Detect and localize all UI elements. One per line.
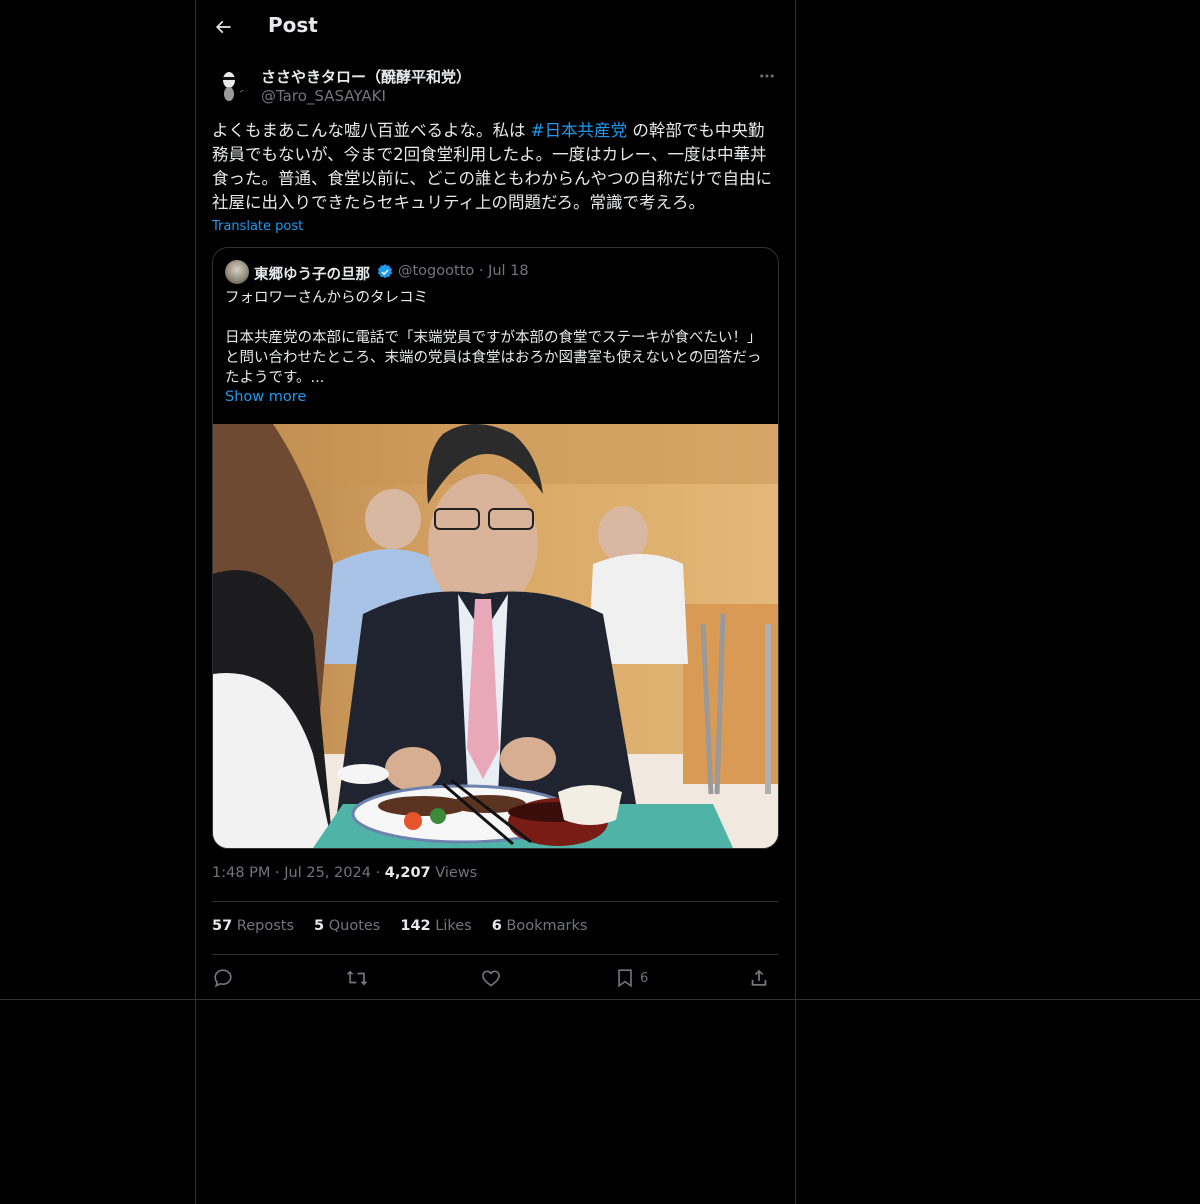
bookmarks-count: 6 bbox=[491, 918, 502, 934]
quoted-avatar[interactable] bbox=[225, 260, 249, 284]
show-more-link[interactable]: Show more bbox=[225, 389, 306, 405]
main-column: Post ささやきタロー（醗酵平和党） @Taro_SASAYAKI よくもまあ… bbox=[195, 0, 796, 1204]
more-options-button[interactable] bbox=[755, 64, 779, 88]
quoted-tweet[interactable]: 東郷ゆう子の旦那 @togootto · Jul 18 フォロワーさんからのタレ… bbox=[212, 247, 779, 849]
views-count: 4,207 bbox=[384, 865, 431, 881]
page-title: Post bbox=[268, 13, 318, 37]
arrow-left-icon bbox=[215, 20, 231, 34]
views-label: Views bbox=[435, 865, 478, 881]
repost-icon bbox=[346, 970, 368, 986]
quotes-label: Quotes bbox=[328, 918, 381, 934]
engagement-stats: 57 Reposts 5 Quotes 142 Likes 6 Bookmark… bbox=[212, 918, 587, 934]
share-icon bbox=[751, 969, 767, 986]
quoted-text: フォロワーさんからのタレコミ 日本共産党の本部に電話で「末端党員ですが本部の食堂… bbox=[225, 288, 770, 388]
tweet-author: ささやきタロー（醗酵平和党） @Taro_SASAYAKI bbox=[212, 64, 779, 108]
likes-count: 142 bbox=[400, 918, 431, 934]
action-bar: 6 bbox=[212, 964, 778, 994]
photo-image bbox=[213, 424, 778, 848]
repost-button[interactable] bbox=[346, 966, 368, 990]
quoted-text-line2: 日本共産党の本部に電話で「末端党員ですが本部の食堂でステーキが食べたい！」と問い… bbox=[225, 330, 762, 386]
reposts-label: Reposts bbox=[236, 918, 295, 934]
like-button[interactable] bbox=[480, 966, 502, 990]
tweet-text-before: よくもまあこんな嘘八百並べるよな。私は bbox=[212, 121, 531, 140]
tweet-meta: 1:48 PM · Jul 25, 2024 · 4,207 Views bbox=[212, 865, 478, 881]
tweet-text: よくもまあこんな嘘八百並べるよな。私は #日本共産党 の幹部でも中央勤務員でもな… bbox=[212, 119, 779, 215]
bookmark-count: 6 bbox=[640, 970, 649, 986]
back-button[interactable] bbox=[208, 12, 238, 42]
quoted-meta: @togootto · Jul 18 bbox=[398, 263, 529, 279]
quoted-date: Jul 18 bbox=[488, 263, 529, 279]
header: Post bbox=[196, 0, 795, 53]
translate-post-link[interactable]: Translate post bbox=[212, 219, 303, 234]
heart-icon bbox=[482, 970, 500, 987]
post-time[interactable]: 1:48 PM bbox=[212, 865, 270, 881]
reply-button[interactable] bbox=[212, 966, 234, 990]
ellipsis-icon bbox=[760, 74, 774, 78]
quoted-author-name: 東郷ゆう子の旦那 bbox=[254, 267, 370, 283]
likes-stat[interactable]: 142 Likes bbox=[400, 918, 471, 934]
quoted-photo[interactable] bbox=[213, 424, 778, 848]
likes-label: Likes bbox=[435, 918, 472, 934]
reposts-stat[interactable]: 57 Reposts bbox=[212, 918, 294, 934]
reply-icon bbox=[214, 969, 232, 988]
author-handle[interactable]: @Taro_SASAYAKI bbox=[261, 87, 386, 105]
bookmark-button[interactable]: 6 bbox=[614, 966, 648, 990]
quotes-count: 5 bbox=[314, 918, 325, 934]
bookmarks-stat[interactable]: 6 Bookmarks bbox=[492, 918, 588, 934]
avatar[interactable] bbox=[212, 66, 252, 106]
share-button[interactable] bbox=[748, 966, 770, 990]
bookmarks-label: Bookmarks bbox=[506, 918, 588, 934]
divider bbox=[212, 901, 778, 902]
reposts-count: 57 bbox=[212, 918, 233, 934]
divider bbox=[212, 954, 778, 955]
post-date[interactable]: Jul 25, 2024 bbox=[284, 865, 371, 881]
avatar-image bbox=[212, 66, 252, 106]
quotes-stat[interactable]: 5 Quotes bbox=[314, 918, 380, 934]
bookmark-icon bbox=[618, 969, 632, 988]
hashtag-link[interactable]: #日本共産党 bbox=[531, 121, 627, 140]
verified-badge-icon bbox=[377, 264, 393, 279]
author-name[interactable]: ささやきタロー（醗酵平和党） bbox=[261, 66, 471, 87]
quoted-author-handle: @togootto bbox=[398, 263, 475, 279]
quoted-text-line1: フォロワーさんからのタレコミ bbox=[225, 290, 428, 306]
